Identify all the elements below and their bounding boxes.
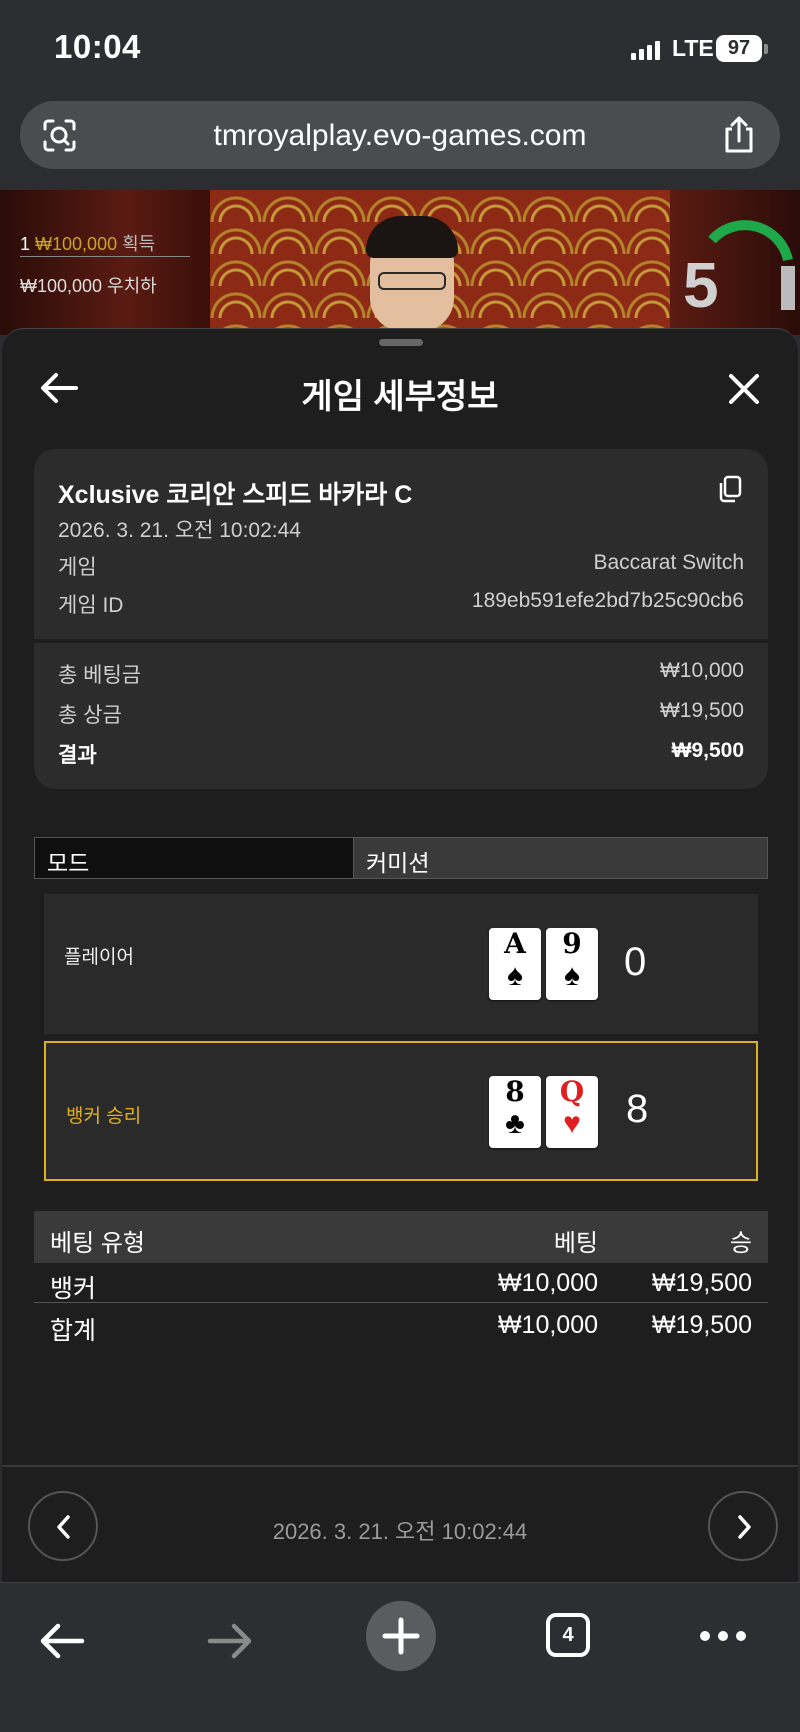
game-datetime: 2026. 3. 21. 오전 10:02:44 <box>58 519 301 542</box>
banker-hand: 뱅커 승리 8 ♣ Q ♥ 8 <box>44 1041 758 1181</box>
live-video: 1 ₩100,000 획득 ₩100,000 우치하 5 <box>0 190 800 335</box>
player-card-1: A ♠ <box>489 928 541 1000</box>
win-prefix: 1 <box>20 234 31 254</box>
result-value: ₩9,500 <box>671 739 744 762</box>
total-bet-value: ₩10,000 <box>659 659 744 682</box>
total-win: ₩19,500 <box>651 1311 752 1339</box>
chevron-right-icon <box>738 1515 751 1539</box>
network-label: LTE <box>672 35 714 61</box>
status-bar: 10:04 LTE 97 <box>0 0 800 95</box>
banker-score: 8 <box>626 1087 649 1131</box>
player-card-2: 9 ♠ <box>546 928 598 1000</box>
game-name: Xclusive 코리안 스피드 바카라 C <box>58 481 413 509</box>
close-icon[interactable] <box>728 373 760 405</box>
curtain-left <box>0 190 210 335</box>
win-amount: ₩100,000 <box>35 234 118 254</box>
sheet-divider <box>2 1465 798 1467</box>
game-id-row: 게임 ID 189eb591efe2bd7b25c90cb6 <box>58 589 744 619</box>
total-win-value: ₩19,500 <box>659 699 744 722</box>
card-divider <box>34 639 768 643</box>
url-bar[interactable]: tmroyalplay.evo-games.com <box>20 101 780 169</box>
round-datetime: 2026. 3. 21. 오전 10:02:44 <box>272 1519 528 1544</box>
table-row-total: 합계 ₩10,000 ₩19,500 <box>34 1305 768 1345</box>
total-bet-row: 총 베팅금 ₩10,000 <box>58 659 744 689</box>
result-label: 결과 <box>58 744 97 767</box>
total-label: 합계 <box>50 1317 97 1345</box>
result-row: 결과 ₩9,500 <box>58 739 744 769</box>
win-label: 획득 <box>122 234 156 254</box>
game-id-value: 189eb591efe2bd7b25c90cb6 <box>471 589 744 612</box>
sheet-title: 게임 세부정보 <box>301 378 499 416</box>
dealer-glasses <box>378 272 446 290</box>
player-hand: 플레이어 A ♠ 9 ♠ 0 <box>44 894 758 1034</box>
game-summary-card: Xclusive 코리안 스피드 바카라 C 2026. 3. 21. 오전 1… <box>34 449 768 789</box>
table-row: 뱅커 ₩10,000 ₩19,500 <box>34 1263 768 1303</box>
more-icon[interactable] <box>700 1631 746 1641</box>
banker-card-2: Q ♥ <box>546 1076 598 1148</box>
countdown-timer: 5 <box>683 249 719 321</box>
back-icon[interactable] <box>38 1621 86 1661</box>
banker-card-1: 8 ♣ <box>489 1076 541 1148</box>
share-icon[interactable] <box>720 115 758 155</box>
mode-row: 모드 커미션 <box>34 837 768 879</box>
browser-toolbar: 4 <box>0 1582 800 1732</box>
row-win: ₩19,500 <box>651 1269 752 1297</box>
total-bet-label: 총 베팅금 <box>58 664 142 687</box>
sheet-grabber[interactable] <box>379 339 423 346</box>
tabs-icon[interactable]: 4 <box>546 1613 590 1657</box>
header-bet-type: 베팅 유형 <box>50 1230 145 1257</box>
game-row: 게임 Baccarat Switch <box>58 551 744 581</box>
copy-icon[interactable] <box>718 475 742 503</box>
game-details-sheet: 게임 세부정보 Xclusive 코리안 스피드 바카라 C 2026. 3. … <box>2 328 798 1582</box>
battery-icon: 97 <box>716 35 762 62</box>
total-win-row: 총 상금 ₩19,500 <box>58 699 744 729</box>
mode-label: 모드 <box>35 838 353 878</box>
mode-value: 커미션 <box>353 838 767 878</box>
game-id-label: 게임 ID <box>58 594 124 617</box>
bets-table-header: 베팅 유형 베팅 승 <box>34 1211 768 1263</box>
forward-icon[interactable] <box>206 1621 254 1661</box>
header-win: 승 <box>729 1230 752 1257</box>
win-divider <box>20 256 190 257</box>
banker-label: 뱅커 승리 <box>66 1106 142 1127</box>
header-bet: 베팅 <box>553 1230 598 1257</box>
player-label: 플레이어 <box>64 947 134 968</box>
status-time: 10:04 <box>54 28 141 65</box>
dealer-hair <box>366 216 458 258</box>
total-bet: ₩10,000 <box>497 1311 598 1339</box>
row-bet-type: 뱅커 <box>50 1275 97 1303</box>
row-bet: ₩10,000 <box>497 1269 598 1297</box>
total-win-label: 총 상금 <box>58 704 122 727</box>
plus-icon <box>382 1617 420 1655</box>
battery-tip <box>764 44 768 54</box>
game-label: 게임 <box>58 556 97 579</box>
new-tab-button[interactable] <box>366 1601 436 1671</box>
game-value: Baccarat Switch <box>593 551 744 574</box>
win-announcement: 1 ₩100,000 획득 <box>20 230 155 256</box>
signal-icon <box>631 40 660 60</box>
win-announcement-2: ₩100,000 우치하 <box>20 276 157 296</box>
url-text[interactable]: tmroyalplay.evo-games.com <box>20 119 780 153</box>
next-round-button[interactable] <box>708 1491 778 1561</box>
player-score: 0 <box>624 940 647 984</box>
